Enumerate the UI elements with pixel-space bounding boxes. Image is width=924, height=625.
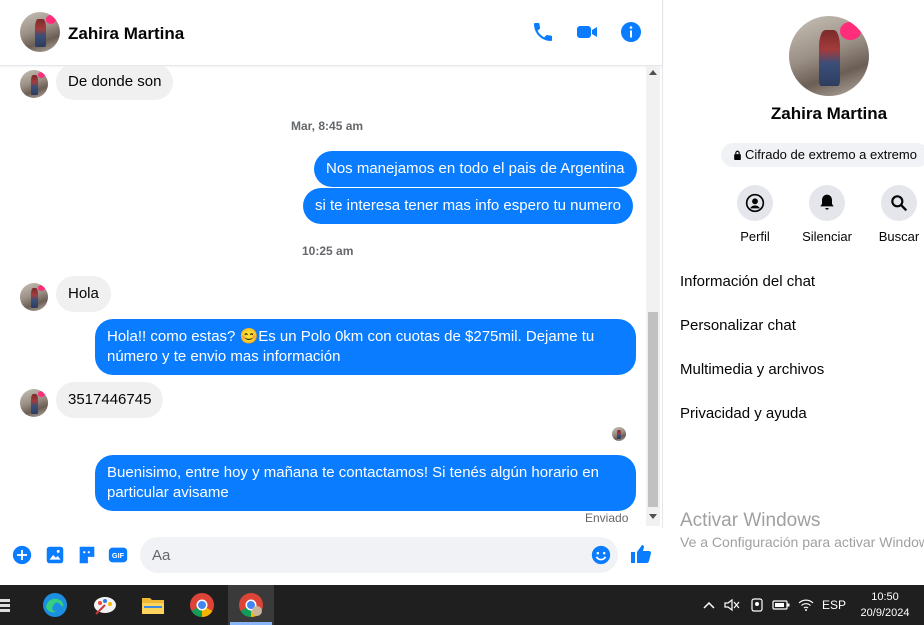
edge-icon (43, 593, 67, 617)
plus-icon[interactable] (11, 544, 33, 566)
message-outgoing[interactable]: Buenisimo, entre hoy y mañana te contact… (95, 455, 636, 511)
volume-muted-icon (724, 598, 740, 612)
message-incoming[interactable]: 3517446745 (56, 382, 164, 418)
chevron-up-icon (703, 601, 715, 609)
wifi-button[interactable] (796, 585, 816, 625)
mute-action[interactable]: Silenciar (797, 185, 857, 244)
activate-windows-subtitle: Ve a Configuración para activar Windows. (680, 534, 924, 550)
search-action-label: Buscar (878, 229, 920, 244)
chat-header: Zahira Martina (0, 0, 663, 66)
info-icon[interactable] (619, 20, 643, 44)
chrome-app[interactable] (179, 585, 225, 625)
show-hidden-icons[interactable] (700, 585, 718, 625)
phone-icon[interactable] (531, 20, 555, 44)
contact-name[interactable]: Zahira Martina (68, 24, 184, 44)
clock-date: 20/9/2024 (860, 607, 910, 619)
chrome-profile-app[interactable] (228, 585, 274, 625)
message-outgoing[interactable]: si te interesa tener mas info espero tu … (303, 188, 633, 224)
seen-indicator-avatar (612, 427, 626, 441)
folder-icon (142, 598, 164, 614)
palette-icon (94, 597, 116, 615)
like-icon[interactable] (629, 542, 653, 566)
chat-info-item[interactable]: Información del chat (680, 273, 815, 290)
windows-taskbar: ESP 10:50 20/9/2024 (0, 585, 924, 625)
chrome-icon (190, 593, 214, 617)
battery-icon (772, 600, 790, 610)
file-explorer-app[interactable] (130, 585, 176, 625)
message-scrollbar[interactable] (646, 66, 660, 526)
image-icon[interactable] (44, 544, 66, 566)
scroll-up-arrow[interactable] (649, 70, 657, 75)
contact-avatar-small (20, 70, 48, 98)
search-icon (891, 195, 907, 211)
encryption-label: Cifrado de extremo a extremo (745, 147, 917, 162)
battery-button[interactable] (770, 585, 792, 625)
chrome-profile-icon (239, 593, 263, 617)
activate-windows-title: Activar Windows (680, 510, 821, 531)
chat-panel: Zahira Martina De donde son Mar, 8:45 am… (0, 0, 663, 585)
message-incoming[interactable]: Hola (56, 276, 111, 312)
contact-profile-photo[interactable] (789, 16, 869, 96)
encryption-badge[interactable]: Cifrado de extremo a extremo (721, 143, 924, 167)
message-composer: GIF (0, 528, 663, 585)
emoji-icon[interactable] (590, 544, 612, 566)
message-incoming[interactable]: De donde son (56, 66, 174, 100)
media-files-item[interactable]: Multimedia y archivos (680, 361, 824, 378)
video-icon[interactable] (575, 20, 599, 44)
scroll-thumb[interactable] (648, 312, 658, 507)
info-contact-name: Zahira Martina (770, 104, 888, 123)
mute-action-label: Silenciar (802, 229, 852, 244)
message-list: De donde son Mar, 8:45 am Nos manejamos … (0, 66, 648, 526)
task-view-icon[interactable] (0, 597, 14, 613)
edge-app[interactable] (32, 585, 78, 625)
sticker-icon[interactable] (76, 544, 98, 566)
message-input[interactable] (140, 537, 618, 573)
wifi-icon (798, 599, 814, 611)
gif-icon[interactable]: GIF (107, 544, 129, 566)
message-timestamp: Mar, 8:45 am (291, 119, 364, 133)
clock-time: 10:50 (871, 591, 899, 603)
contact-avatar-small (20, 283, 48, 311)
camera-privacy-button[interactable] (748, 585, 766, 625)
messenger-window: Zahira Martina De donde son Mar, 8:45 am… (0, 0, 924, 625)
sent-status: Enviado (585, 511, 629, 525)
system-clock[interactable]: 10:50 20/9/2024 (852, 589, 918, 621)
volume-muted-button[interactable] (722, 585, 742, 625)
paint-app[interactable] (82, 585, 128, 625)
svg-text:GIF: GIF (112, 551, 125, 560)
search-action[interactable]: Buscar (869, 185, 924, 244)
camera-icon (751, 598, 763, 612)
message-outgoing[interactable]: Nos manejamos en todo el pais de Argenti… (314, 151, 637, 187)
bell-icon (820, 194, 834, 210)
contact-avatar[interactable] (20, 12, 60, 52)
customize-chat-item[interactable]: Personalizar chat (680, 317, 796, 334)
profile-action[interactable]: Perfil (725, 185, 785, 244)
conversation-info-panel: Zahira Martina Cifrado de extremo a extr… (664, 0, 924, 585)
contact-avatar-small (20, 389, 48, 417)
language-indicator[interactable]: ESP (820, 585, 848, 625)
lock-icon (734, 150, 741, 160)
message-outgoing[interactable]: Hola!! como estas? 😊Es un Polo 0km con c… (95, 319, 636, 375)
profile-action-label: Perfil (740, 229, 770, 244)
scroll-down-arrow[interactable] (649, 514, 657, 519)
user-icon (745, 193, 765, 213)
message-timestamp: 10:25 am (302, 244, 354, 258)
privacy-help-item[interactable]: Privacidad y ayuda (680, 405, 807, 422)
